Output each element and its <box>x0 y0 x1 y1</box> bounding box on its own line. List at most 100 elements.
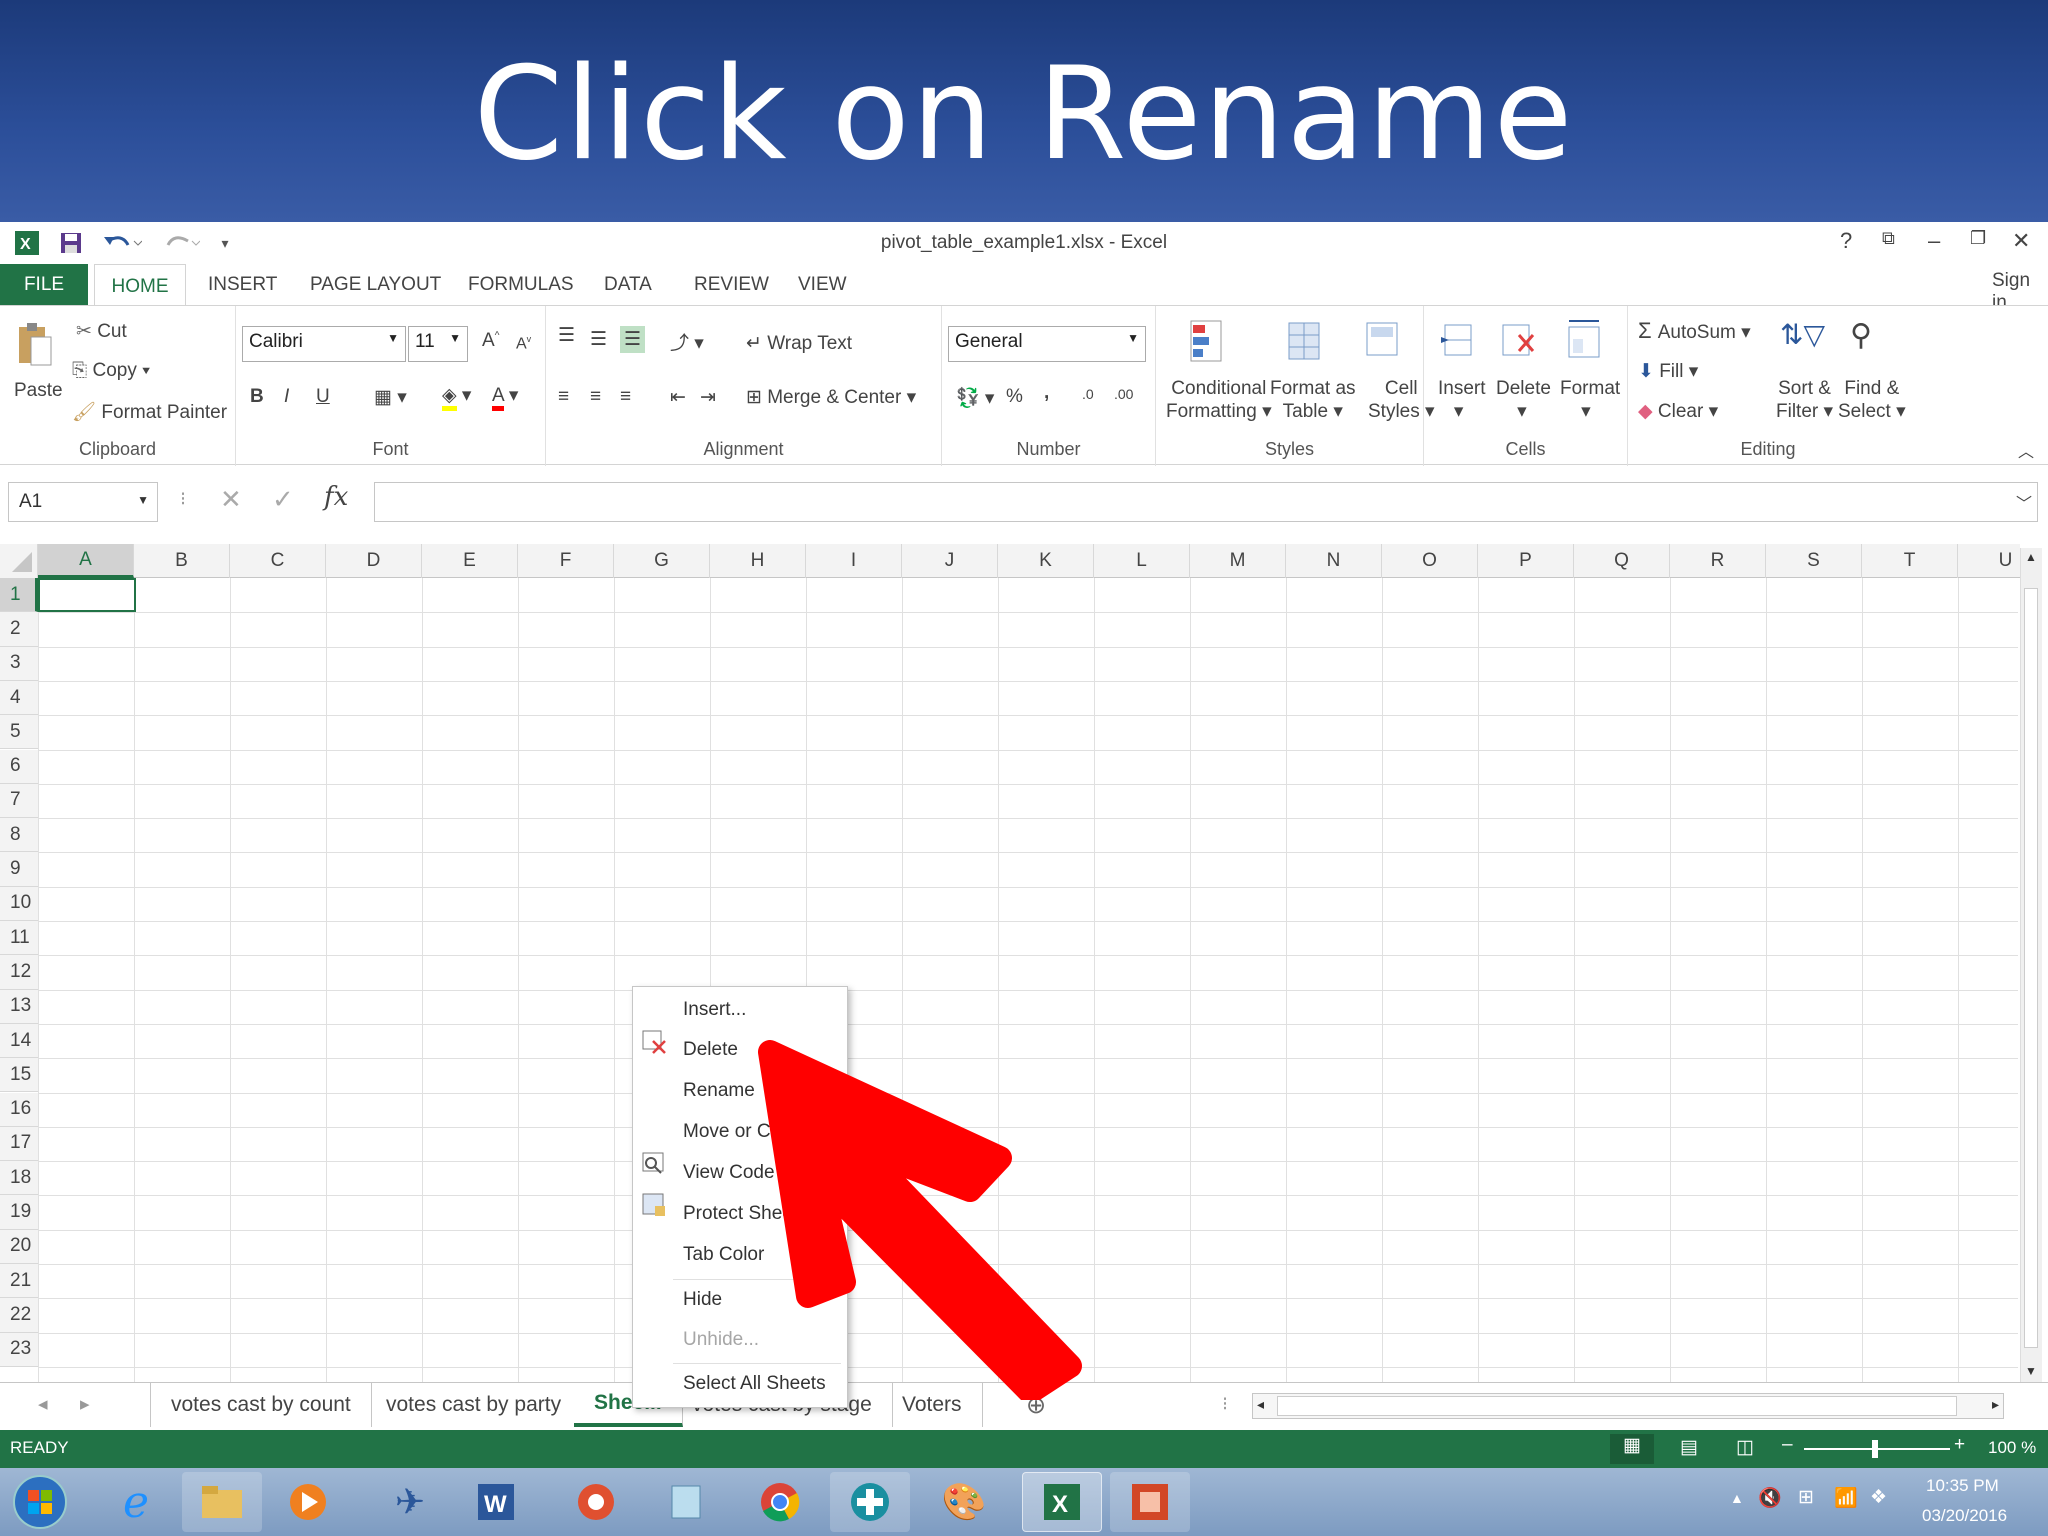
accounting-format-icon[interactable]: 💱 ▾ <box>956 386 994 410</box>
format-as-table-icon[interactable] <box>1284 316 1324 366</box>
paste-button[interactable]: Paste <box>14 380 63 402</box>
format-painter-button[interactable]: 🖌 Format Painter <box>72 400 227 424</box>
column-header-l[interactable]: L <box>1094 544 1190 578</box>
cancel-icon[interactable]: ✕ <box>220 484 242 515</box>
expand-formula-bar-icon[interactable]: ﹀ <box>2016 490 2032 514</box>
row-header-10[interactable]: 10 <box>0 886 38 921</box>
collapse-ribbon-icon[interactable]: ︿ <box>2018 438 2034 462</box>
column-header-p[interactable]: P <box>1478 544 1574 578</box>
powerpoint-icon[interactable] <box>1110 1472 1190 1532</box>
format-cells-icon[interactable] <box>1564 316 1604 366</box>
number-format-select[interactable]: General ▼ <box>948 326 1146 362</box>
percent-style-button[interactable]: % <box>1006 386 1023 408</box>
restore-button[interactable]: ❐ <box>1970 228 1986 249</box>
vertical-scrollbar[interactable]: ▲ ▼ <box>2020 548 2042 1382</box>
scroll-down-icon[interactable]: ▼ <box>2025 1364 2037 1378</box>
zoom-level[interactable]: 100 % <box>1988 1438 2036 1458</box>
wrap-text-button[interactable]: ↵ Wrap Text <box>746 332 852 355</box>
name-box[interactable]: A1 ▼ <box>8 482 158 522</box>
row-header-16[interactable]: 16 <box>0 1092 38 1127</box>
enter-icon[interactable]: ✓ <box>272 484 294 515</box>
ribbon-display-options-icon[interactable]: ⧉ <box>1882 228 1895 249</box>
normal-view-icon[interactable]: ▦ <box>1610 1434 1654 1464</box>
scroll-left-icon[interactable]: ◂ <box>1257 1396 1264 1413</box>
column-header-h[interactable]: H <box>710 544 806 578</box>
prev-sheet-icon[interactable]: ◂ <box>38 1393 48 1416</box>
row-header-5[interactable]: 5 <box>0 715 38 750</box>
action-center-icon[interactable]: ⊞ <box>1798 1486 1814 1509</box>
align-center-icon[interactable]: ≡ <box>590 386 601 408</box>
format-cells-button[interactable]: Format ▾ <box>1560 378 1620 423</box>
excel-taskbar-icon[interactable]: X <box>1022 1472 1102 1532</box>
column-header-e[interactable]: E <box>422 544 518 578</box>
column-header-i[interactable]: I <box>806 544 902 578</box>
menu-item-insert[interactable]: Insert... <box>683 999 746 1021</box>
row-header-2[interactable]: 2 <box>0 612 38 647</box>
h-scroll-thumb[interactable] <box>1277 1396 1957 1416</box>
delete-cells-icon[interactable] <box>1498 316 1538 366</box>
media-player-icon[interactable] <box>268 1472 348 1532</box>
underline-button[interactable]: U <box>316 386 330 408</box>
borders-icon[interactable]: ▦ ▾ <box>374 386 407 409</box>
select-all-corner[interactable] <box>0 544 38 578</box>
minimize-button[interactable]: – <box>1928 228 1940 254</box>
insert-function-button[interactable]: fx <box>324 482 348 512</box>
row-header-3[interactable]: 3 <box>0 646 38 681</box>
sheet-tab-votes-cast-by-party[interactable]: votes cast by party <box>366 1383 583 1427</box>
page-break-view-icon[interactable]: ◫ <box>1736 1436 1754 1459</box>
zoom-slider-thumb[interactable] <box>1872 1440 1878 1458</box>
row-header-12[interactable]: 12 <box>0 955 38 990</box>
tab-home[interactable]: HOME <box>94 264 186 308</box>
column-header-f[interactable]: F <box>518 544 614 578</box>
row-header-20[interactable]: 20 <box>0 1229 38 1264</box>
row-header-6[interactable]: 6 <box>0 749 38 784</box>
row-header-11[interactable]: 11 <box>0 921 38 956</box>
row-header-1[interactable]: 1 <box>0 578 38 613</box>
column-header-a[interactable]: A <box>38 544 134 578</box>
column-header-o[interactable]: O <box>1382 544 1478 578</box>
cut-button[interactable]: ✂ Cut <box>76 320 127 343</box>
app-icon-2[interactable] <box>556 1472 636 1532</box>
binoculars-icon[interactable]: ⚲ <box>1850 318 1872 353</box>
column-header-b[interactable]: B <box>134 544 230 578</box>
zoom-out-icon[interactable]: – <box>1782 1434 1793 1456</box>
clear-button[interactable]: ◆ Clear ▾ <box>1638 400 1718 423</box>
sheet-tab-votes-cast-by-count[interactable]: votes cast by count <box>150 1383 372 1427</box>
network-icon[interactable]: 📶 <box>1834 1486 1858 1510</box>
word-icon[interactable]: W <box>456 1472 536 1532</box>
column-header-d[interactable]: D <box>326 544 422 578</box>
tab-page-layout[interactable]: PAGE LAYOUT <box>310 274 441 296</box>
menu-item-hide[interactable]: Hide <box>683 1289 722 1311</box>
scroll-thumb[interactable] <box>2024 588 2038 1348</box>
cell-styles-icon[interactable] <box>1362 316 1402 366</box>
find-select-button[interactable]: Find & Select ▾ <box>1838 378 1906 423</box>
column-header-s[interactable]: S <box>1766 544 1862 578</box>
start-button[interactable] <box>4 1472 76 1532</box>
file-explorer-icon[interactable] <box>182 1472 262 1532</box>
row-header-17[interactable]: 17 <box>0 1126 38 1162</box>
decrease-decimal-icon[interactable]: .00 <box>1114 386 1133 402</box>
selected-cell-a1[interactable] <box>38 578 136 612</box>
row-header-14[interactable]: 14 <box>0 1023 38 1059</box>
volume-icon[interactable]: 🔇 <box>1758 1486 1782 1510</box>
insert-cells-button[interactable]: Insert ▾ <box>1438 378 1486 423</box>
font-size-select[interactable]: 11 ▼ <box>408 326 468 362</box>
increase-indent-icon[interactable]: ⇥ <box>700 386 716 409</box>
increase-decimal-icon[interactable]: .0 <box>1082 386 1094 402</box>
delete-cells-button[interactable]: Delete ▾ <box>1496 378 1551 423</box>
insert-cells-icon[interactable] <box>1438 316 1478 366</box>
menu-item-delete[interactable]: Delete <box>683 1039 738 1061</box>
help-button[interactable]: ? <box>1840 228 1852 254</box>
merge-center-button[interactable]: ⊞ Merge & Center ▾ <box>746 386 916 409</box>
shrink-font-icon[interactable]: Av <box>516 334 531 353</box>
row-header-4[interactable]: 4 <box>0 680 38 716</box>
column-header-k[interactable]: K <box>998 544 1094 578</box>
sort-filter-icon[interactable]: ⇅▽ <box>1780 318 1825 351</box>
align-right-icon[interactable]: ≡ <box>620 386 631 408</box>
column-header-g[interactable]: G <box>614 544 710 578</box>
column-header-c[interactable]: C <box>230 544 326 578</box>
notepad-icon[interactable] <box>646 1472 726 1532</box>
chrome-icon[interactable] <box>740 1472 820 1532</box>
row-header-23[interactable]: 23 <box>0 1332 38 1367</box>
paste-icon[interactable] <box>14 320 54 370</box>
